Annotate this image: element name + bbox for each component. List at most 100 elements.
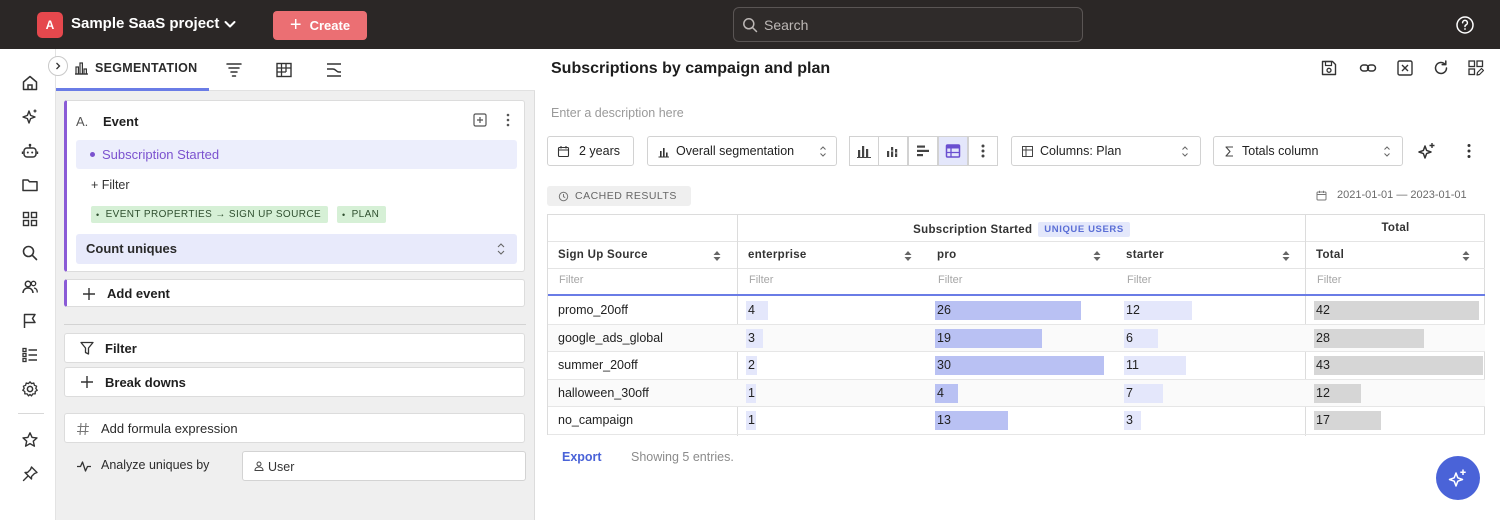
results-table: Subscription Started UNIQUE USERS Total S… bbox=[547, 214, 1485, 436]
sort-icon[interactable] bbox=[1092, 249, 1102, 263]
totals-select[interactable]: Totals column bbox=[1213, 136, 1403, 166]
sort-icon[interactable] bbox=[1461, 249, 1471, 263]
collapse-panel-button[interactable] bbox=[48, 56, 68, 76]
plus-icon bbox=[81, 376, 93, 388]
analyze-by-value: User bbox=[268, 460, 295, 474]
sort-icon[interactable] bbox=[903, 249, 913, 263]
cell-starter: 12 bbox=[1116, 297, 1305, 324]
column-header-starter[interactable]: starter bbox=[1116, 242, 1305, 269]
add-formula-button[interactable]: Add formula expression bbox=[64, 413, 525, 443]
star-icon[interactable] bbox=[20, 430, 40, 450]
more-vertical-icon[interactable] bbox=[500, 112, 516, 128]
pill-dot: • bbox=[96, 209, 100, 220]
event-letter: A. bbox=[76, 114, 89, 129]
add-square-icon[interactable] bbox=[472, 112, 488, 128]
filter-row: Filter Filter Filter Filter Filter bbox=[548, 269, 1485, 296]
users-icon[interactable] bbox=[20, 277, 40, 297]
export-link[interactable]: Export bbox=[562, 450, 602, 464]
view-stacked-button[interactable] bbox=[878, 136, 908, 166]
unique-users-badge: UNIQUE USERS bbox=[1038, 222, 1130, 237]
view-more-button[interactable] bbox=[968, 136, 998, 166]
filter-button[interactable]: Filter bbox=[64, 333, 525, 363]
sort-icon[interactable] bbox=[712, 249, 722, 263]
sparkle-icon[interactable] bbox=[20, 107, 40, 127]
cell-value: 11 bbox=[1126, 358, 1139, 373]
search-icon bbox=[743, 18, 758, 33]
event-filter-link[interactable]: + Filter bbox=[91, 178, 130, 192]
column-header-enterprise[interactable]: enterprise bbox=[738, 242, 927, 269]
group-header-label: Subscription Started bbox=[913, 224, 1033, 236]
user-icon bbox=[254, 461, 264, 471]
selected-event[interactable]: Subscription Started bbox=[76, 140, 517, 169]
column-header-label: pro bbox=[937, 249, 957, 261]
cell-pro: 19 bbox=[927, 325, 1116, 352]
analyze-by-select[interactable]: User bbox=[242, 451, 526, 481]
search-input[interactable] bbox=[764, 8, 1074, 41]
home-icon[interactable] bbox=[20, 73, 40, 93]
folder-icon[interactable] bbox=[20, 175, 40, 195]
ai-assistant-button[interactable] bbox=[1436, 456, 1480, 500]
column-filter-input[interactable]: Filter bbox=[749, 274, 773, 286]
value-bar bbox=[935, 301, 1081, 320]
date-span-label: 2021-01-01 — 2023-01-01 bbox=[1337, 189, 1467, 201]
column-filter-input[interactable]: Filter bbox=[1317, 274, 1341, 286]
column-filter-input[interactable]: Filter bbox=[1127, 274, 1151, 286]
report-title[interactable]: Subscriptions by campaign and plan bbox=[551, 60, 830, 78]
column-header-label: starter bbox=[1126, 249, 1164, 261]
measure-select[interactable]: Count uniques bbox=[76, 234, 517, 264]
cell-value: 42 bbox=[1316, 303, 1330, 317]
group-pill-sign-up-source[interactable]: • EVENT PROPERTIES → SIGN UP SOURCE bbox=[91, 206, 329, 223]
table-row: promo_20off 4 26 12 42 bbox=[548, 297, 1485, 325]
bot-icon[interactable] bbox=[20, 141, 40, 161]
sort-icon[interactable] bbox=[1281, 249, 1291, 263]
view-table-button[interactable] bbox=[938, 136, 968, 166]
flows-icon[interactable] bbox=[325, 61, 343, 79]
cell-value: 28 bbox=[1316, 330, 1330, 345]
group-pill-plan[interactable]: • PLAN bbox=[337, 206, 387, 223]
chevron-down-icon[interactable] bbox=[222, 16, 238, 32]
help-icon[interactable] bbox=[1455, 15, 1475, 35]
more-vertical-icon[interactable] bbox=[1460, 142, 1478, 160]
column-header-source[interactable]: Sign Up Source bbox=[548, 242, 737, 269]
retention-icon[interactable] bbox=[275, 61, 293, 79]
date-range-button[interactable]: 2 years bbox=[547, 136, 634, 166]
cell-enterprise: 4 bbox=[738, 297, 927, 324]
cell-value: 43 bbox=[1316, 358, 1330, 373]
column-header-total[interactable]: Total bbox=[1306, 242, 1485, 269]
column-filter-input[interactable]: Filter bbox=[938, 274, 962, 286]
project-avatar[interactable]: A bbox=[37, 12, 63, 38]
pill-label: PLAN bbox=[351, 209, 380, 220]
columns-icon bbox=[1022, 146, 1033, 157]
segmentation-mode-select[interactable]: Overall segmentation bbox=[647, 136, 837, 166]
apps-icon[interactable] bbox=[20, 209, 40, 229]
close-box-icon[interactable] bbox=[1396, 59, 1414, 77]
pin-icon[interactable] bbox=[20, 464, 40, 484]
create-button[interactable]: + Create bbox=[273, 11, 367, 40]
add-event-button[interactable]: Add event bbox=[64, 279, 525, 307]
chevron-updown-icon bbox=[1182, 146, 1188, 157]
edit-dashboard-icon[interactable] bbox=[1467, 59, 1485, 77]
breakdowns-button[interactable]: Break downs bbox=[64, 367, 525, 397]
project-name[interactable]: Sample SaaS project bbox=[71, 15, 219, 32]
view-horizontal-bar-button[interactable] bbox=[908, 136, 938, 166]
measure-label: Count uniques bbox=[86, 241, 177, 256]
checklist-icon[interactable] bbox=[20, 345, 40, 365]
column-header-label: Sign Up Source bbox=[558, 249, 648, 261]
column-filter-input[interactable]: Filter bbox=[559, 274, 583, 286]
refresh-icon[interactable] bbox=[1432, 59, 1450, 77]
view-bar-button[interactable] bbox=[849, 136, 879, 166]
save-icon[interactable] bbox=[1320, 59, 1338, 77]
flag-icon[interactable] bbox=[20, 311, 40, 331]
search-icon[interactable] bbox=[20, 243, 40, 263]
link-icon[interactable] bbox=[1359, 59, 1377, 77]
description-input[interactable]: Enter a description here bbox=[551, 106, 684, 120]
settings-icon[interactable] bbox=[20, 379, 40, 399]
pulse-icon bbox=[77, 461, 91, 472]
segmentation-mode-label: Overall segmentation bbox=[676, 144, 795, 158]
column-header-pro[interactable]: pro bbox=[927, 242, 1116, 269]
columns-select[interactable]: Columns: Plan bbox=[1011, 136, 1201, 166]
ai-sparkle-icon[interactable] bbox=[1418, 142, 1436, 160]
add-formula-label: Add formula expression bbox=[101, 421, 238, 436]
funnel-icon[interactable] bbox=[225, 61, 243, 79]
tab-segmentation[interactable]: SEGMENTATION bbox=[73, 60, 197, 76]
